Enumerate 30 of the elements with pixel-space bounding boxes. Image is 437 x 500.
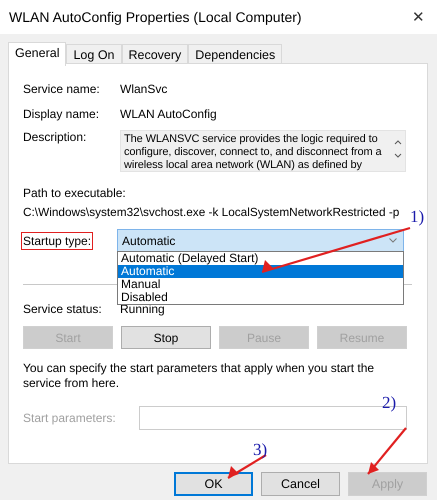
path-text: C:\Windows\system32\svchost.exe -k LocalSystemNetworkRestricted -p: [23, 205, 400, 219]
step-number: 3): [253, 440, 268, 460]
close-button[interactable]: ✕: [412, 8, 425, 26]
step-number: 1): [410, 207, 424, 227]
tab[interactable]: General: [8, 42, 66, 66]
dialog-button[interactable]: Cancel: [261, 472, 340, 496]
description-text: The WLANSVC service provides the logic required to configure, discover, connect to, and disconnect from a wireless local area network (WLAN) as defined by: [124, 133, 383, 169]
hint-text: You can specify the start parameters that apply when you start the service from here.: [23, 361, 376, 391]
startup-type-dropdown[interactable]: Automatic: [117, 229, 404, 252]
dialog-button[interactable]: OK: [174, 472, 253, 496]
field-label: Path to executable:: [23, 186, 127, 200]
field-label: Description:: [23, 130, 88, 144]
chevron-down-icon: [389, 238, 398, 243]
field-label: Startup type:: [23, 234, 92, 248]
step-number: 2): [382, 393, 396, 413]
dropdown-option[interactable]: Automatic: [118, 265, 404, 278]
field-label: Display name:: [23, 106, 100, 120]
description-box[interactable]: The WLANSVC service provides the logic required to configure, discover, connect to, and disconnect from a wireless local area network (WLAN) as defined by: [120, 130, 406, 172]
service-button[interactable]: Stop: [121, 326, 211, 349]
field-value: WLAN AutoConfig: [120, 106, 217, 120]
dropdown-option[interactable]: Manual: [118, 278, 404, 291]
dropdown-option[interactable]: Disabled: [118, 291, 404, 304]
arrow: [367, 427, 407, 475]
dropdown-option[interactable]: Automatic (Delayed Start): [118, 252, 404, 265]
field-label: Start parameters:: [23, 410, 117, 424]
field-label: Service name:: [23, 82, 101, 96]
field-value: WlanSvc: [120, 82, 168, 96]
field-label: Service status:: [23, 302, 103, 316]
status-value: Running: [120, 302, 165, 316]
window-title: WLAN AutoConfig Properties (Local Computer): [9, 9, 302, 25]
